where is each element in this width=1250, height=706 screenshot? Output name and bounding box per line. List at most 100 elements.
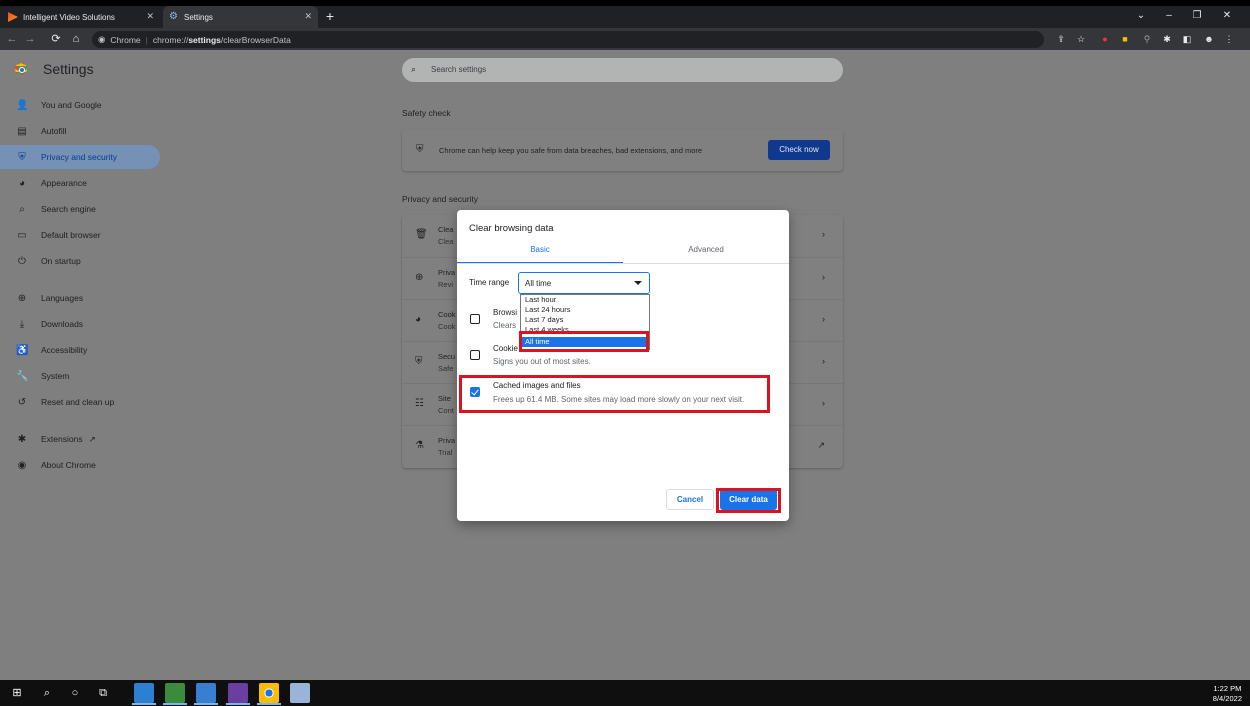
dialog-title: Clear browsing data [469, 223, 554, 234]
sidebar-item-autofill[interactable]: ▤ Autofill [0, 119, 160, 143]
toolbar: ← → ⟳ ⌂ ◉ Chrome | chrome://settings/cle… [0, 28, 1250, 50]
sidepanel-icon[interactable]: ◧ [1180, 32, 1194, 46]
sidebar-item-label: About Chrome [41, 460, 96, 470]
extension-icon[interactable]: ⚲ [1140, 32, 1154, 46]
opera-icon[interactable]: ● [1098, 32, 1112, 46]
sidebar-item-label: Default browser [41, 230, 101, 240]
chevron-right-icon: › [822, 356, 825, 366]
sidebar-item-on-startup[interactable]: ⏻ On startup [0, 249, 160, 273]
app-icon[interactable] [290, 683, 310, 703]
option-last-24-hours[interactable]: Last 24 hours [521, 305, 649, 315]
sidebar-item-accessibility[interactable]: ♿ Accessibility [0, 338, 160, 362]
cookie-icon: ◕ [415, 314, 422, 325]
notepad-icon[interactable] [165, 683, 185, 703]
sliders-icon: ☷ [415, 398, 424, 409]
minimize-button[interactable]: – [1156, 7, 1182, 25]
sidebar-item-system[interactable]: 🔧 System [0, 364, 160, 388]
share-icon[interactable]: ⇪ [1054, 32, 1068, 46]
app-icon[interactable] [196, 683, 216, 703]
sidebar-item-label: Privacy and security [41, 152, 118, 162]
notes-extension-icon[interactable]: ■ [1118, 32, 1132, 46]
app-icon[interactable] [134, 683, 154, 703]
cookies-checkbox[interactable] [470, 350, 480, 360]
puzzle-icon[interactable]: ✱ [1160, 32, 1174, 46]
time-range-select[interactable]: All time [518, 272, 650, 294]
browser-window: Intelligent Video Solutions ✕ ⚙ Settings… [0, 0, 1250, 680]
sidebar-item-label: Search engine [41, 204, 96, 214]
reset-icon: ↺ [17, 396, 27, 408]
taskbar: ⊞ ⌕ ○ ⧉ 1:22 PM 8/4/2022 [0, 680, 1250, 706]
sidebar-item-label: Downloads [41, 319, 84, 329]
shield-icon: ⛨ [18, 151, 26, 163]
row-subtitle: Cook [438, 322, 456, 331]
reload-icon[interactable]: ⟳ [48, 31, 64, 47]
sidebar-item-appearance[interactable]: ◕ Appearance [0, 171, 160, 195]
new-tab-button[interactable]: + [322, 8, 338, 24]
sidebar-item-you-and-google[interactable]: 👤 You and Google [0, 93, 160, 117]
option-last-hour[interactable]: Last hour [521, 295, 649, 305]
shield-icon: ⛨ [416, 144, 424, 155]
address-prefix: Chrome [110, 34, 141, 45]
row-title: Cook [438, 310, 456, 319]
clock-date: 8/4/2022 [1212, 694, 1242, 703]
search-icon: ⌕ [19, 203, 25, 215]
close-tab-icon[interactable]: ✕ [304, 11, 312, 22]
sidebar-item-label: Appearance [41, 178, 87, 188]
ivs-logo-icon [8, 12, 18, 22]
sidebar-item-downloads[interactable]: ⤓ Downloads [0, 312, 160, 336]
sidebar-item-about-chrome[interactable]: ◉ About Chrome [0, 453, 160, 477]
option-title: Cookie [493, 344, 518, 353]
profile-avatar-icon[interactable]: ☻ [1202, 32, 1216, 46]
sidebar-item-extensions[interactable]: ✱ Extensions ↗ [0, 427, 160, 451]
safety-check-text: Chrome can help keep you safe from data … [439, 146, 703, 155]
search-icon: ⌕ [411, 64, 417, 74]
menu-dots-icon[interactable]: ⋮ [1222, 32, 1236, 46]
forward-icon[interactable]: → [22, 31, 38, 47]
dropdown-arrow-icon [634, 281, 642, 285]
safety-check-heading: Safety check [402, 108, 451, 118]
star-icon[interactable]: ☆ [1074, 32, 1088, 46]
chrome-taskbar-icon[interactable] [259, 683, 279, 703]
tab-advanced[interactable]: Advanced [623, 245, 789, 262]
check-now-button[interactable]: Check now [768, 140, 830, 160]
home-icon[interactable]: ⌂ [68, 31, 84, 47]
app-icon[interactable] [228, 683, 248, 703]
close-tab-icon[interactable]: ✕ [146, 11, 154, 22]
cancel-button[interactable]: Cancel [666, 489, 714, 510]
url-host: chrome:// [152, 34, 189, 45]
page-title: Settings [43, 61, 94, 77]
sidebar-item-default-browser[interactable]: ▭ Default browser [0, 223, 160, 247]
close-window-button[interactable]: ✕ [1214, 7, 1240, 25]
browsing-history-checkbox[interactable] [470, 314, 480, 324]
active-indicator [226, 703, 250, 705]
tab-intelligent-video[interactable]: Intelligent Video Solutions ✕ [2, 6, 160, 28]
sidebar-item-languages[interactable]: ⊕ Languages [0, 286, 160, 310]
sidebar-item-search-engine[interactable]: ⌕ Search engine [0, 197, 160, 221]
chevron-down-icon[interactable]: ⌄ [1128, 7, 1154, 25]
option-sub: Clears [493, 321, 517, 330]
address-bar[interactable]: ◉ Chrome | chrome://settings/clearBrowse… [92, 31, 1044, 48]
tab-basic[interactable]: Basic [457, 245, 623, 264]
tab-settings[interactable]: ⚙ Settings ✕ [163, 6, 318, 28]
search-icon[interactable]: ⌕ [38, 684, 56, 702]
chrome-logo-icon [15, 63, 27, 75]
cortana-icon[interactable]: ○ [66, 684, 84, 702]
row-title: Secu [438, 352, 456, 361]
chevron-right-icon: › [822, 314, 825, 324]
chevron-right-icon: › [822, 229, 825, 239]
clock[interactable]: 1:22 PM 8/4/2022 [1213, 684, 1242, 704]
row-title: Priva [438, 436, 456, 445]
back-icon[interactable]: ← [4, 31, 20, 47]
row-subtitle: Cont [438, 406, 454, 415]
windows-start-icon[interactable]: ⊞ [8, 684, 26, 702]
option-last-7-days[interactable]: Last 7 days [521, 315, 649, 325]
active-indicator [257, 703, 281, 705]
sidebar-item-label: System [41, 371, 70, 381]
highlight-clear-data [716, 488, 781, 513]
sidebar-item-reset-and-clean-up[interactable]: ↺ Reset and clean up [0, 390, 160, 414]
restore-button[interactable]: ❐ [1184, 7, 1210, 25]
sidebar-item-privacy-and-security[interactable]: ⛨ Privacy and security [0, 145, 160, 169]
task-view-icon[interactable]: ⧉ [94, 684, 112, 702]
wrench-icon: 🔧 [16, 370, 29, 382]
row-title: Site [438, 394, 451, 403]
